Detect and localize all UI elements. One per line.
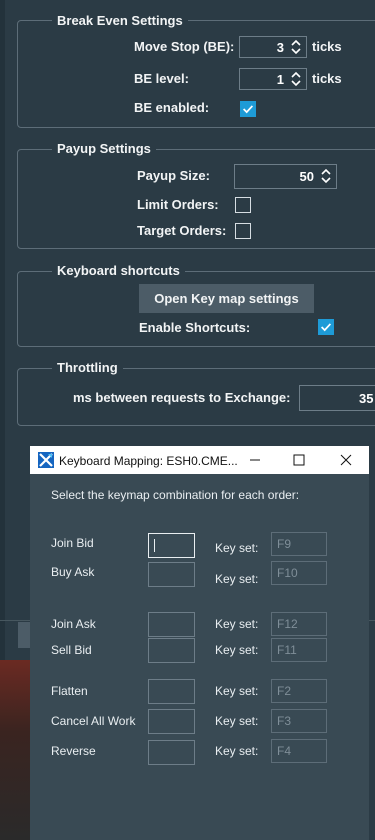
buy-ask-label: Buy Ask xyxy=(51,565,95,579)
flatten-keyset-field: F2 xyxy=(271,679,327,703)
dialog-title: Keyboard Mapping: ESH0.CME... xyxy=(59,454,238,468)
join-ask-keyset-field: F12 xyxy=(271,612,327,636)
payup-size-value[interactable]: 50 xyxy=(300,169,314,184)
join-bid-key-input[interactable] xyxy=(148,533,195,558)
text-cursor xyxy=(154,539,155,552)
cancel-all-work-key-input[interactable] xyxy=(148,709,195,734)
ms-between-requests-value[interactable]: 35 xyxy=(359,391,373,406)
reverse-keyset-field: F4 xyxy=(271,739,327,763)
sell-bid-key-input[interactable] xyxy=(148,638,195,663)
reverse-key-input[interactable] xyxy=(148,740,195,765)
be-enabled-checkbox[interactable] xyxy=(240,101,256,117)
background-image-strip xyxy=(0,660,30,840)
limit-orders-label: Limit Orders: xyxy=(137,197,219,212)
minimize-icon[interactable] xyxy=(249,454,261,466)
move-stop-value[interactable]: 3 xyxy=(277,40,284,55)
enable-shortcuts-checkbox[interactable] xyxy=(318,319,334,335)
enable-shortcuts-label: Enable Shortcuts: xyxy=(139,320,251,335)
cancel-all-work-keyset-field: F3 xyxy=(271,709,327,733)
checkmark-icon xyxy=(321,323,332,332)
payup-size-spinner[interactable]: 50 xyxy=(234,164,337,189)
cancel-all-work-label: Cancel All Work xyxy=(51,714,136,728)
join-ask-label: Join Ask xyxy=(51,617,96,631)
reverse-label: Reverse xyxy=(51,744,96,758)
break-even-legend: Break Even Settings xyxy=(52,13,188,28)
keyboard-shortcuts-legend: Keyboard shortcuts xyxy=(52,263,185,278)
close-icon[interactable] xyxy=(340,454,352,466)
be-level-unit: ticks xyxy=(312,71,342,86)
checkmark-icon xyxy=(243,105,254,114)
limit-orders-checkbox[interactable] xyxy=(235,197,251,213)
flatten-label: Flatten xyxy=(51,684,88,698)
target-orders-checkbox[interactable] xyxy=(235,223,251,239)
payup-size-label: Payup Size: xyxy=(137,168,210,183)
flatten-key-input[interactable] xyxy=(148,679,195,704)
be-level-spinner[interactable]: 1 xyxy=(239,68,307,90)
spinner-arrows-icon[interactable] xyxy=(290,38,302,56)
join-bid-keyset-label: Key set: xyxy=(215,541,259,555)
move-stop-spinner[interactable]: 3 xyxy=(239,36,307,58)
maximize-icon[interactable] xyxy=(293,454,305,466)
target-orders-label: Target Orders: xyxy=(137,223,227,238)
move-stop-unit: ticks xyxy=(312,39,342,54)
sell-bid-label: Sell Bid xyxy=(51,643,92,657)
buy-ask-key-input[interactable] xyxy=(148,562,195,587)
reverse-keyset-label: Key set: xyxy=(215,744,259,758)
buy-ask-keyset-field: F10 xyxy=(271,561,327,585)
join-bid-label: Join Bid xyxy=(51,536,94,550)
throttling-legend: Throttling xyxy=(52,360,123,375)
sell-bid-keyset-field: F11 xyxy=(271,638,327,662)
ms-between-requests-input[interactable]: 35 xyxy=(299,385,375,411)
join-ask-keyset-label: Key set: xyxy=(215,617,259,631)
dialog-titlebar[interactable]: Keyboard Mapping: ESH0.CME... xyxy=(30,446,369,474)
spinner-arrows-icon[interactable] xyxy=(320,167,332,185)
app-logo-icon xyxy=(38,452,54,468)
buy-ask-keyset-label: Key set: xyxy=(215,572,259,586)
be-level-label: BE level: xyxy=(134,71,189,86)
be-level-value[interactable]: 1 xyxy=(277,72,284,87)
open-keymap-button[interactable]: Open Key map settings xyxy=(139,284,314,313)
join-bid-keyset-field: F9 xyxy=(271,532,327,556)
join-ask-key-input[interactable] xyxy=(148,612,195,637)
ms-between-requests-label: ms between requests to Exchange: xyxy=(73,390,291,405)
be-enabled-label: BE enabled: xyxy=(134,100,210,115)
spinner-arrows-icon[interactable] xyxy=(290,70,302,88)
sell-bid-keyset-label: Key set: xyxy=(215,643,259,657)
cancel-all-work-keyset-label: Key set: xyxy=(215,714,259,728)
flatten-keyset-label: Key set: xyxy=(215,684,259,698)
dialog-instruction: Select the keymap combination for each o… xyxy=(51,488,300,502)
keyboard-mapping-dialog: Keyboard Mapping: ESH0.CME... Select the… xyxy=(30,446,369,840)
move-stop-label: Move Stop (BE): xyxy=(134,39,235,54)
payup-legend: Payup Settings xyxy=(52,141,156,156)
